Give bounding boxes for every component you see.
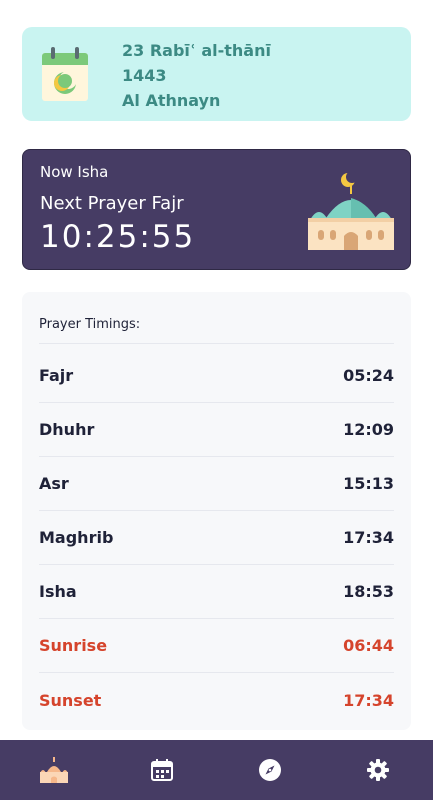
prayer-time: 15:13 (343, 474, 394, 493)
prayer-row-sunset: Sunset 17:34 (39, 673, 394, 727)
prayer-name: Asr (39, 474, 69, 493)
nav-settings[interactable] (361, 753, 395, 787)
prayer-row-maghrib: Maghrib 17:34 (39, 511, 394, 565)
prayer-name: Sunset (39, 690, 102, 710)
prayer-row-sunrise: Sunrise 06:44 (39, 619, 394, 673)
prayer-time: 17:34 (343, 690, 394, 710)
next-prayer-label: Next Prayer Fajr (40, 193, 184, 214)
prayer-time: 05:24 (343, 366, 394, 385)
mosque-icon (308, 171, 394, 250)
prayer-name: Sunrise (39, 636, 108, 655)
prayer-status-banner: Now Isha Next Prayer Fajr 10:25:55 (22, 149, 411, 270)
prayer-time: 17:34 (343, 528, 394, 547)
hijri-day-month: 23 Rabīʿ al-thānī (122, 41, 271, 60)
prayer-row-asr: Asr 15:13 (39, 457, 394, 511)
prayer-time: 18:53 (343, 582, 394, 601)
mosque-icon (40, 757, 68, 783)
bottom-navigation (0, 740, 433, 800)
hijri-year: 1443 (122, 66, 167, 85)
prayer-name: Fajr (39, 366, 74, 385)
prayer-countdown: 10:25:55 (40, 219, 196, 255)
calendar-moon-icon (42, 47, 88, 101)
prayer-row-fajr: Fajr 05:24 (39, 349, 394, 403)
hijri-date-text: 23 Rabīʿ al-thānī 1443 Al Athnayn (122, 38, 402, 113)
prayer-name: Maghrib (39, 528, 114, 547)
prayer-time: 12:09 (343, 420, 394, 439)
prayer-time: 06:44 (343, 636, 394, 655)
gear-icon (367, 759, 389, 781)
nav-calendar[interactable] (145, 753, 179, 787)
prayer-timings-panel: Prayer Timings: Fajr 05:24 Dhuhr 12:09 A… (22, 292, 411, 730)
compass-icon (259, 759, 281, 781)
nav-home[interactable] (37, 753, 71, 787)
current-prayer-label: Now Isha (40, 163, 109, 181)
prayer-row-isha: Isha 18:53 (39, 565, 394, 619)
prayer-name: Dhuhr (39, 420, 95, 439)
prayer-timings-title: Prayer Timings: (39, 317, 141, 332)
hijri-date-card: 23 Rabīʿ al-thānī 1443 Al Athnayn (22, 27, 411, 121)
divider (39, 343, 394, 344)
prayer-row-dhuhr: Dhuhr 12:09 (39, 403, 394, 457)
prayer-name: Isha (39, 582, 77, 601)
hijri-weekday: Al Athnayn (122, 91, 221, 110)
nav-qibla[interactable] (253, 753, 287, 787)
calendar-icon (151, 759, 173, 781)
